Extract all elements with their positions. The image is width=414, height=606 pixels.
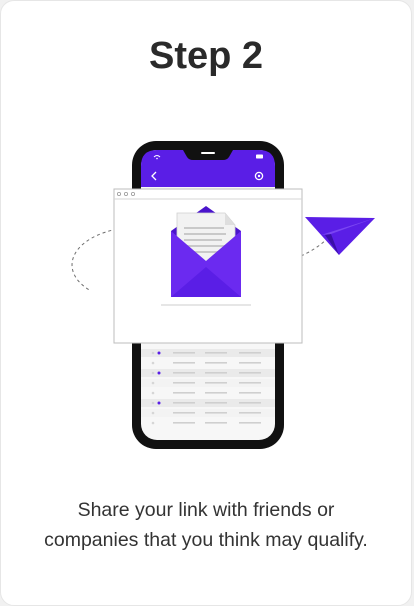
phone-illustration — [71, 141, 375, 449]
browser-window — [113, 188, 303, 344]
step-caption: Share your link with friends or companie… — [44, 499, 368, 551]
step-title: Step 2 — [148, 35, 264, 77]
step-card: Step 2 Share your link with friends or c… — [0, 0, 412, 606]
paper-plane-icon — [305, 217, 375, 255]
battery-icon — [256, 154, 263, 159]
